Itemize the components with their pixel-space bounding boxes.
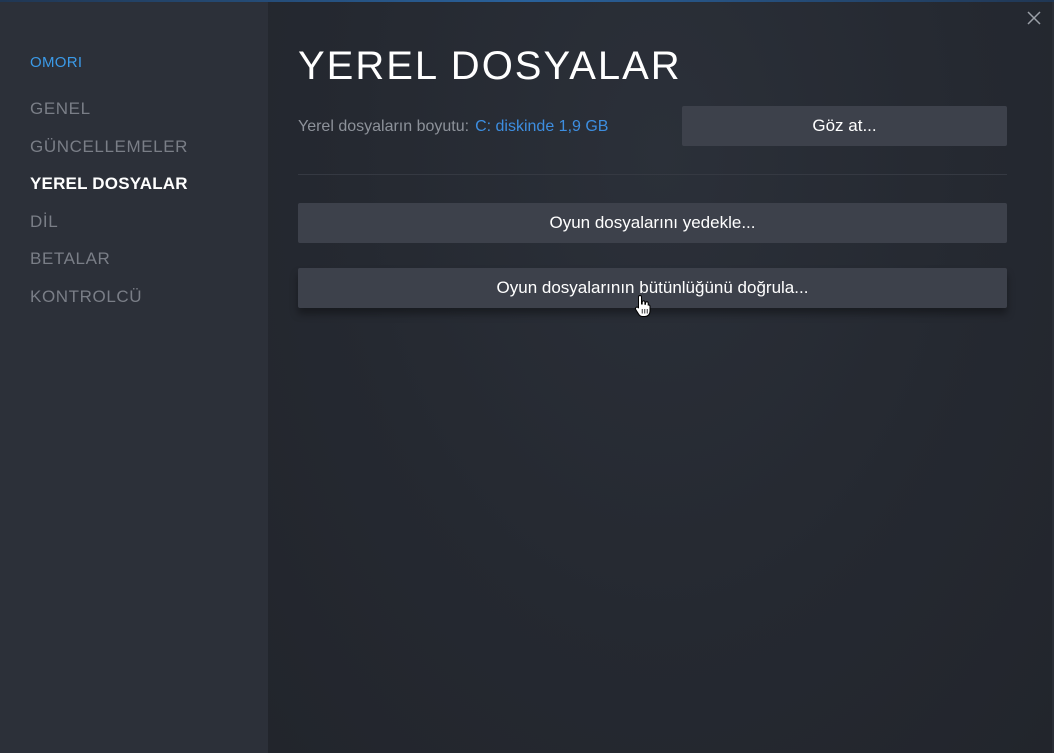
close-icon <box>1027 11 1041 25</box>
size-value-link[interactable]: C: diskinde 1,9 GB <box>475 118 608 135</box>
backup-game-files-button[interactable]: Oyun dosyalarını yedekle... <box>298 203 1007 243</box>
local-files-size-row: Yerel dosyaların boyutu: C: diskinde 1,9 … <box>298 118 608 136</box>
page-title: YEREL DOSYALAR <box>298 44 682 88</box>
sidebar-game-title[interactable]: OMORI <box>30 54 82 71</box>
sidebar-item-betas[interactable]: BETALAR <box>30 249 110 269</box>
sidebar-item-controller[interactable]: KONTROLCÜ <box>30 287 142 307</box>
sidebar-item-local-files[interactable]: YEREL DOSYALAR <box>30 174 188 194</box>
browse-button[interactable]: Göz at... <box>682 106 1007 146</box>
divider <box>298 174 1007 175</box>
size-label: Yerel dosyaların boyutu: <box>298 118 470 135</box>
sidebar-item-general[interactable]: GENEL <box>30 99 91 119</box>
sidebar: OMORI GENEL GÜNCELLEMELER YEREL DOSYALAR… <box>0 2 268 753</box>
sidebar-item-language[interactable]: DİL <box>30 212 58 232</box>
main-panel: YEREL DOSYALAR Yerel dosyaların boyutu: C… <box>268 2 1054 753</box>
sidebar-item-updates[interactable]: GÜNCELLEMELER <box>30 137 188 157</box>
verify-integrity-button[interactable]: Oyun dosyalarının bütünlüğünü doğrula... <box>298 268 1007 308</box>
close-button[interactable] <box>1024 8 1044 28</box>
steam-properties-window: OMORI GENEL GÜNCELLEMELER YEREL DOSYALAR… <box>0 0 1054 753</box>
